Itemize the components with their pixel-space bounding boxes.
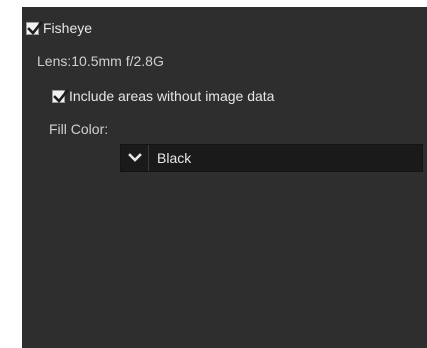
- include-areas-checkbox[interactable]: [52, 88, 69, 103]
- checkmark-icon: [27, 20, 43, 35]
- fisheye-settings-panel: Fisheye Lens:10.5mm f/2.8G Include areas…: [22, 7, 427, 348]
- lens-info-row: Lens:10.5mm f/2.8G: [37, 53, 164, 69]
- fisheye-row[interactable]: Fisheye: [26, 20, 92, 36]
- fill-color-label-row: Fill Color:: [49, 121, 108, 137]
- lens-info-text: Lens:10.5mm f/2.8G: [37, 53, 164, 69]
- fisheye-label: Fisheye: [43, 20, 93, 36]
- dropdown-toggle[interactable]: [121, 145, 149, 171]
- fill-color-label: Fill Color:: [49, 121, 109, 137]
- chevron-down-icon: [127, 153, 142, 162]
- include-areas-row[interactable]: Include areas without image data: [52, 88, 274, 104]
- include-areas-label: Include areas without image data: [69, 88, 275, 104]
- fill-color-dropdown[interactable]: Black: [120, 144, 423, 172]
- fill-color-selected: Black: [157, 150, 192, 166]
- checkmark-icon: [53, 88, 69, 103]
- fisheye-checkbox[interactable]: [26, 20, 43, 35]
